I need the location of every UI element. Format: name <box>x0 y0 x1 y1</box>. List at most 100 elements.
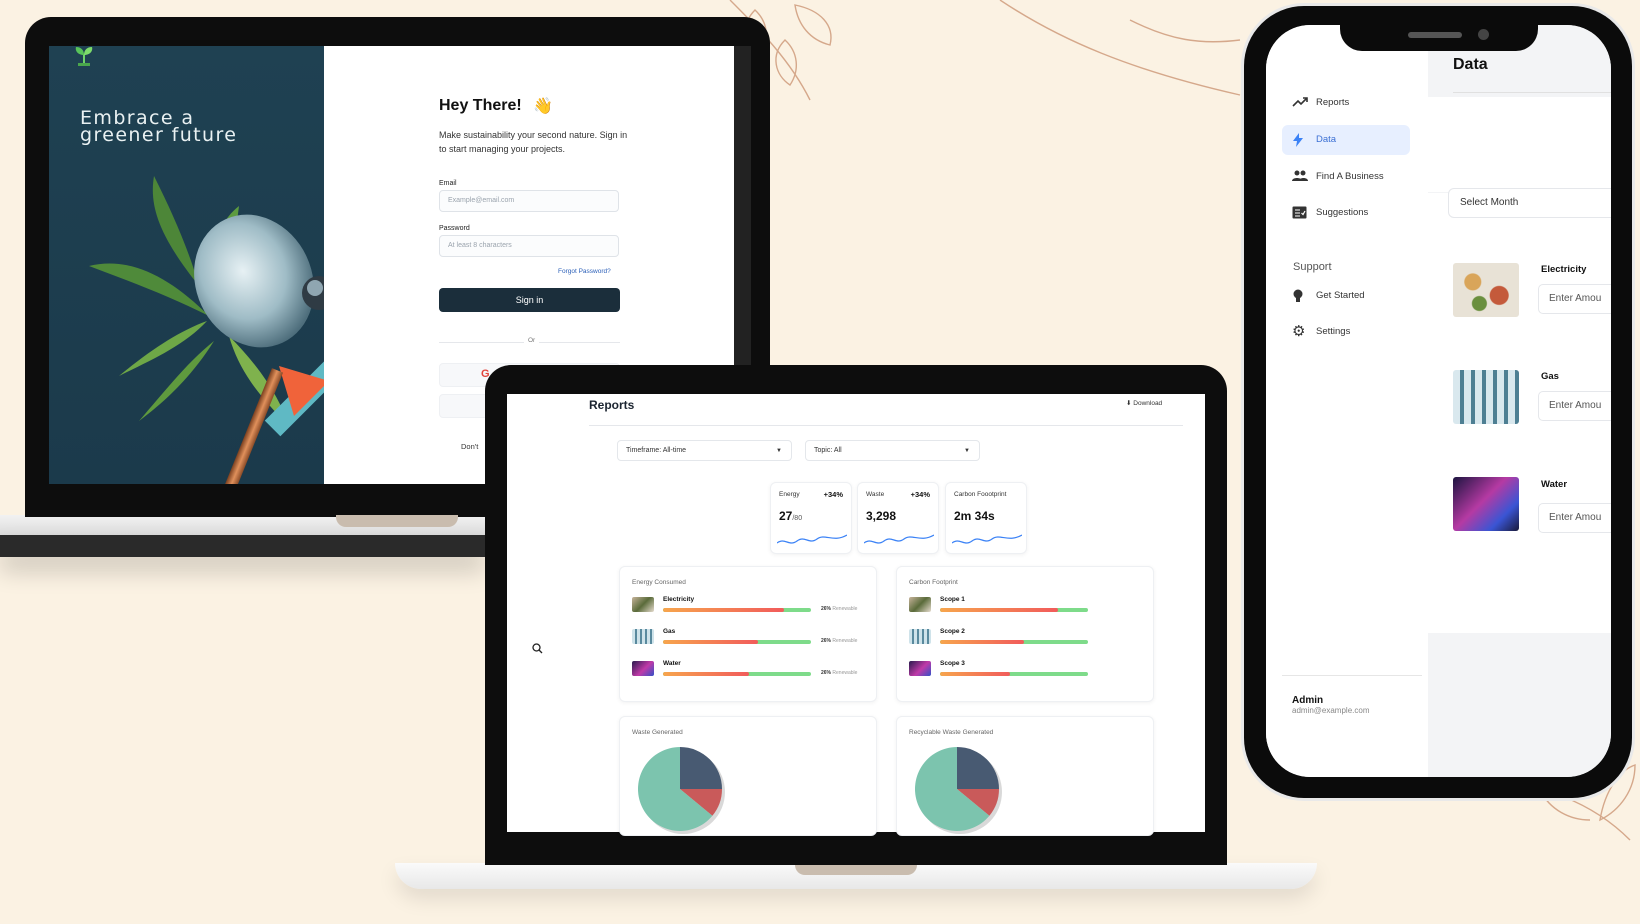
panel-title: Energy Consumed <box>632 579 686 586</box>
nav-label: Suggestions <box>1316 207 1369 218</box>
caret-down-icon: ▼ <box>776 448 782 454</box>
login-hero-panel: Embrace a greener future <box>49 46 380 484</box>
reports-title: Reports <box>589 398 635 412</box>
sign-in-button[interactable]: Sign in <box>439 288 620 312</box>
trend-up-icon <box>1292 96 1308 110</box>
sparkline <box>952 534 1022 544</box>
or-label: Or <box>524 337 540 344</box>
renewable-stat: 26% Renewable <box>821 606 858 612</box>
camera-icon <box>1478 29 1489 40</box>
resource-name: Electricity <box>1541 264 1587 275</box>
download-icon: ⬇ <box>1126 400 1132 407</box>
nav-item-suggestions[interactable]: Suggestions <box>1266 198 1428 228</box>
gas-thumbnail <box>632 629 654 644</box>
phone-speaker <box>1408 32 1462 38</box>
email-field[interactable]: Example@email.com <box>439 190 619 212</box>
sprout-logo-icon <box>75 47 93 66</box>
support-section-label: Support <box>1293 261 1332 273</box>
panel-title: Waste Generated <box>632 729 683 736</box>
carbon-footprint-panel: Carbon Footprint Scope 1 Scope 2 Scope 3 <box>896 566 1154 702</box>
nav-label: Data <box>1316 134 1337 145</box>
scope1-thumbnail <box>909 597 931 612</box>
timeframe-dropdown[interactable]: Timeframe: All-time ▼ <box>617 440 792 461</box>
kpi-value: 3,298 <box>866 509 897 523</box>
lightbulb-icon <box>1292 289 1308 303</box>
topic-dropdown[interactable]: Topic: All ▼ <box>805 440 980 461</box>
resource-name: Water <box>1541 479 1568 490</box>
water-amount-input[interactable]: Enter Amou <box>1538 503 1611 533</box>
recyclable-pie-chart <box>915 747 1002 834</box>
panel-title: Recyclable Waste Generated <box>909 729 994 736</box>
phone-screen: Reports Data Find A Business Suggestions… <box>1266 25 1611 777</box>
row-name: Electricity <box>663 596 695 603</box>
phone-header-card <box>1428 97 1611 192</box>
renewable-stat: 26% Renewable <box>821 670 858 676</box>
kpi-value: 27/80 <box>779 509 803 523</box>
row-name: Scope 2 <box>940 628 965 635</box>
nav-item-settings[interactable]: ⚙ Settings <box>1266 317 1428 347</box>
pie-slice <box>680 747 722 789</box>
topic-value: All <box>833 447 842 454</box>
kpi-card-carbon: Carbon Foootprint 2m 34s <box>945 482 1027 554</box>
nav-item-reports[interactable]: Reports <box>1266 88 1428 118</box>
scope-bar <box>940 608 1088 612</box>
kpi-label: Waste <box>866 491 885 498</box>
kpi-label: Energy <box>779 491 800 498</box>
row-name: Gas <box>663 628 676 635</box>
kpi-card-waste: Waste +34% 3,298 <box>857 482 939 554</box>
usage-bar <box>663 672 811 676</box>
login-subtitle: Make sustainability your second nature. … <box>439 130 628 154</box>
water-thumbnail <box>632 661 654 676</box>
nav-label: Find A Business <box>1316 171 1384 182</box>
search-icon[interactable] <box>532 641 543 659</box>
usage-bar <box>663 608 811 612</box>
email-label: Email <box>439 180 457 187</box>
electricity-thumbnail <box>632 597 654 612</box>
row-name: Water <box>663 660 681 667</box>
bolt-icon <box>1292 133 1308 147</box>
sparkline <box>864 534 934 544</box>
forgot-password-link[interactable]: Forgot Password? <box>558 268 611 275</box>
login-heading: Hey There! <box>439 97 522 114</box>
kpi-change: +34% <box>823 490 843 499</box>
scope3-thumbnail <box>909 661 931 676</box>
reports-divider <box>589 425 1183 426</box>
password-label: Password <box>439 225 470 232</box>
timeframe-label: Timeframe: <box>626 447 662 454</box>
scope-bar <box>940 640 1088 644</box>
renewable-stat: 26% Renewable <box>821 638 858 644</box>
nav-item-find-business[interactable]: Find A Business <box>1266 162 1428 192</box>
checklist-icon <box>1292 206 1308 220</box>
kpi-value: 2m 34s <box>954 509 995 523</box>
sidebar-divider <box>1282 675 1422 676</box>
admin-email: admin@example.com <box>1292 706 1370 715</box>
phone-sidebar: Reports Data Find A Business Suggestions… <box>1266 25 1428 777</box>
water-image <box>1453 477 1519 531</box>
nav-item-get-started[interactable]: Get Started <box>1266 281 1428 311</box>
kpi-card-energy: Energy +34% 27/80 <box>770 482 852 554</box>
download-button[interactable]: ⬇ Download <box>1126 399 1162 407</box>
signup-prompt: Don't <box>461 442 479 451</box>
nav-label: Settings <box>1316 326 1351 337</box>
pie-slice <box>957 747 999 789</box>
select-month-dropdown[interactable]: Select Month <box>1448 188 1611 218</box>
kpi-change: +34% <box>910 490 930 499</box>
admin-name: Admin <box>1292 695 1324 706</box>
scope-bar <box>940 672 1088 676</box>
password-field[interactable]: At least 8 characters <box>439 235 619 257</box>
laptop1-hinge <box>0 535 485 557</box>
nav-label: Reports <box>1316 97 1350 108</box>
page-title: Data <box>1453 56 1488 73</box>
sparkline <box>777 534 847 544</box>
nav-item-data[interactable]: Data <box>1282 125 1410 155</box>
kpi-label: Carbon Foootprint <box>954 491 1007 498</box>
gas-amount-input[interactable]: Enter Amou <box>1538 391 1611 421</box>
download-label: Download <box>1133 400 1163 407</box>
energy-consumed-panel: Energy Consumed Electricity 26% Renewabl… <box>619 566 877 702</box>
leaf-decoration-top <box>729 0 1241 101</box>
electricity-image <box>1453 263 1519 317</box>
gear-icon: ⚙ <box>1292 323 1306 340</box>
electricity-amount-input[interactable]: Enter Amou <box>1538 284 1611 314</box>
topic-label: Topic: <box>814 447 833 454</box>
caret-down-icon: ▼ <box>964 448 970 454</box>
